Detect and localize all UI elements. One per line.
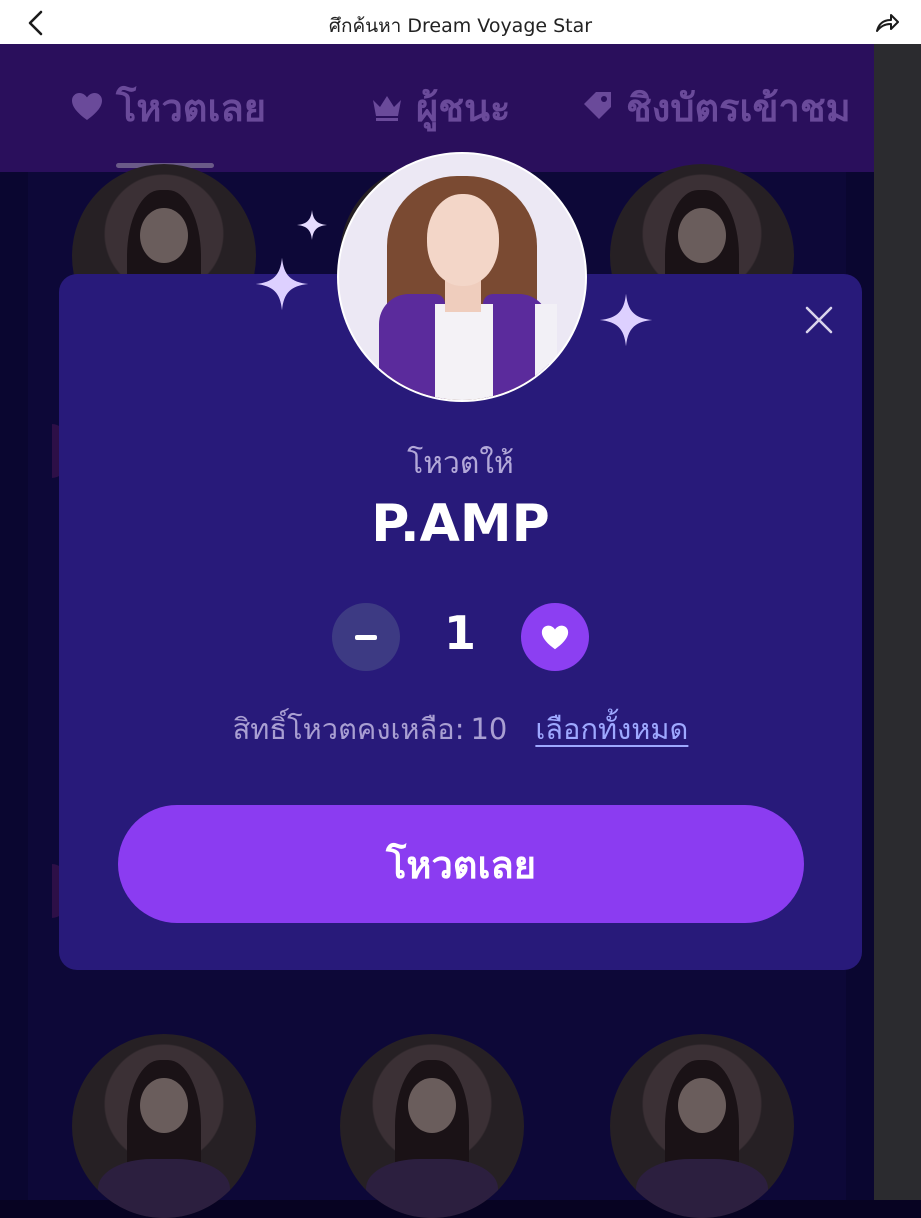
tab-vote-label: โหวตเลย: [116, 85, 267, 130]
select-all-link[interactable]: เลือกทั้งหมด: [535, 712, 688, 746]
tab-winner[interactable]: ผู้ชนะ: [370, 82, 510, 132]
tab-winner-label: ผู้ชนะ: [416, 85, 511, 130]
heart-icon: [72, 93, 102, 120]
tab-tickets-label: ชิงบัตรเข้าชม: [626, 85, 851, 130]
vote-count: 1: [443, 606, 476, 660]
decrement-button[interactable]: [332, 603, 400, 671]
remaining-votes-label: สิทธิ์โหวตคงเหลือ:: [232, 712, 465, 746]
tab-vote[interactable]: โหวตเลย: [70, 82, 266, 132]
heart-icon: [541, 625, 569, 650]
candidate-avatar[interactable]: [72, 1034, 256, 1218]
candidate-name: P.AMP: [371, 494, 550, 554]
vote-for-label: โหวตให้: [407, 446, 514, 481]
candidate-avatar[interactable]: [610, 1034, 794, 1218]
remaining-votes-value: 10: [470, 712, 508, 746]
crown-icon: [373, 96, 401, 121]
page-title: ศึกค้นหา Dream Voyage Star: [328, 15, 593, 37]
share-icon[interactable]: [873, 9, 901, 37]
side-gutter: [874, 44, 921, 1200]
increment-heart-button[interactable]: [521, 603, 589, 671]
submit-vote-button[interactable]: โหวตเลย: [118, 805, 804, 923]
remaining-votes-row: สิทธิ์โหวตคงเหลือ: 10 เลือกทั้งหมด: [59, 706, 862, 752]
top-navigation-bar: ศึกค้นหา Dream Voyage Star: [0, 0, 921, 45]
candidate-avatar[interactable]: [340, 1034, 524, 1218]
minus-icon: [355, 635, 377, 640]
close-icon[interactable]: [802, 303, 836, 337]
sparkle-icon: [599, 293, 653, 347]
tab-tickets[interactable]: ชิงบัตรเข้าชม: [580, 82, 851, 132]
sparkle-icon: [297, 210, 327, 240]
ticket-icon: [584, 92, 611, 119]
tab-bar: โหวตเลย ผู้ชนะ ชิงบัตรเข้าชม: [0, 44, 874, 172]
sparkle-icon: [255, 257, 309, 311]
candidate-photo: [337, 152, 587, 402]
